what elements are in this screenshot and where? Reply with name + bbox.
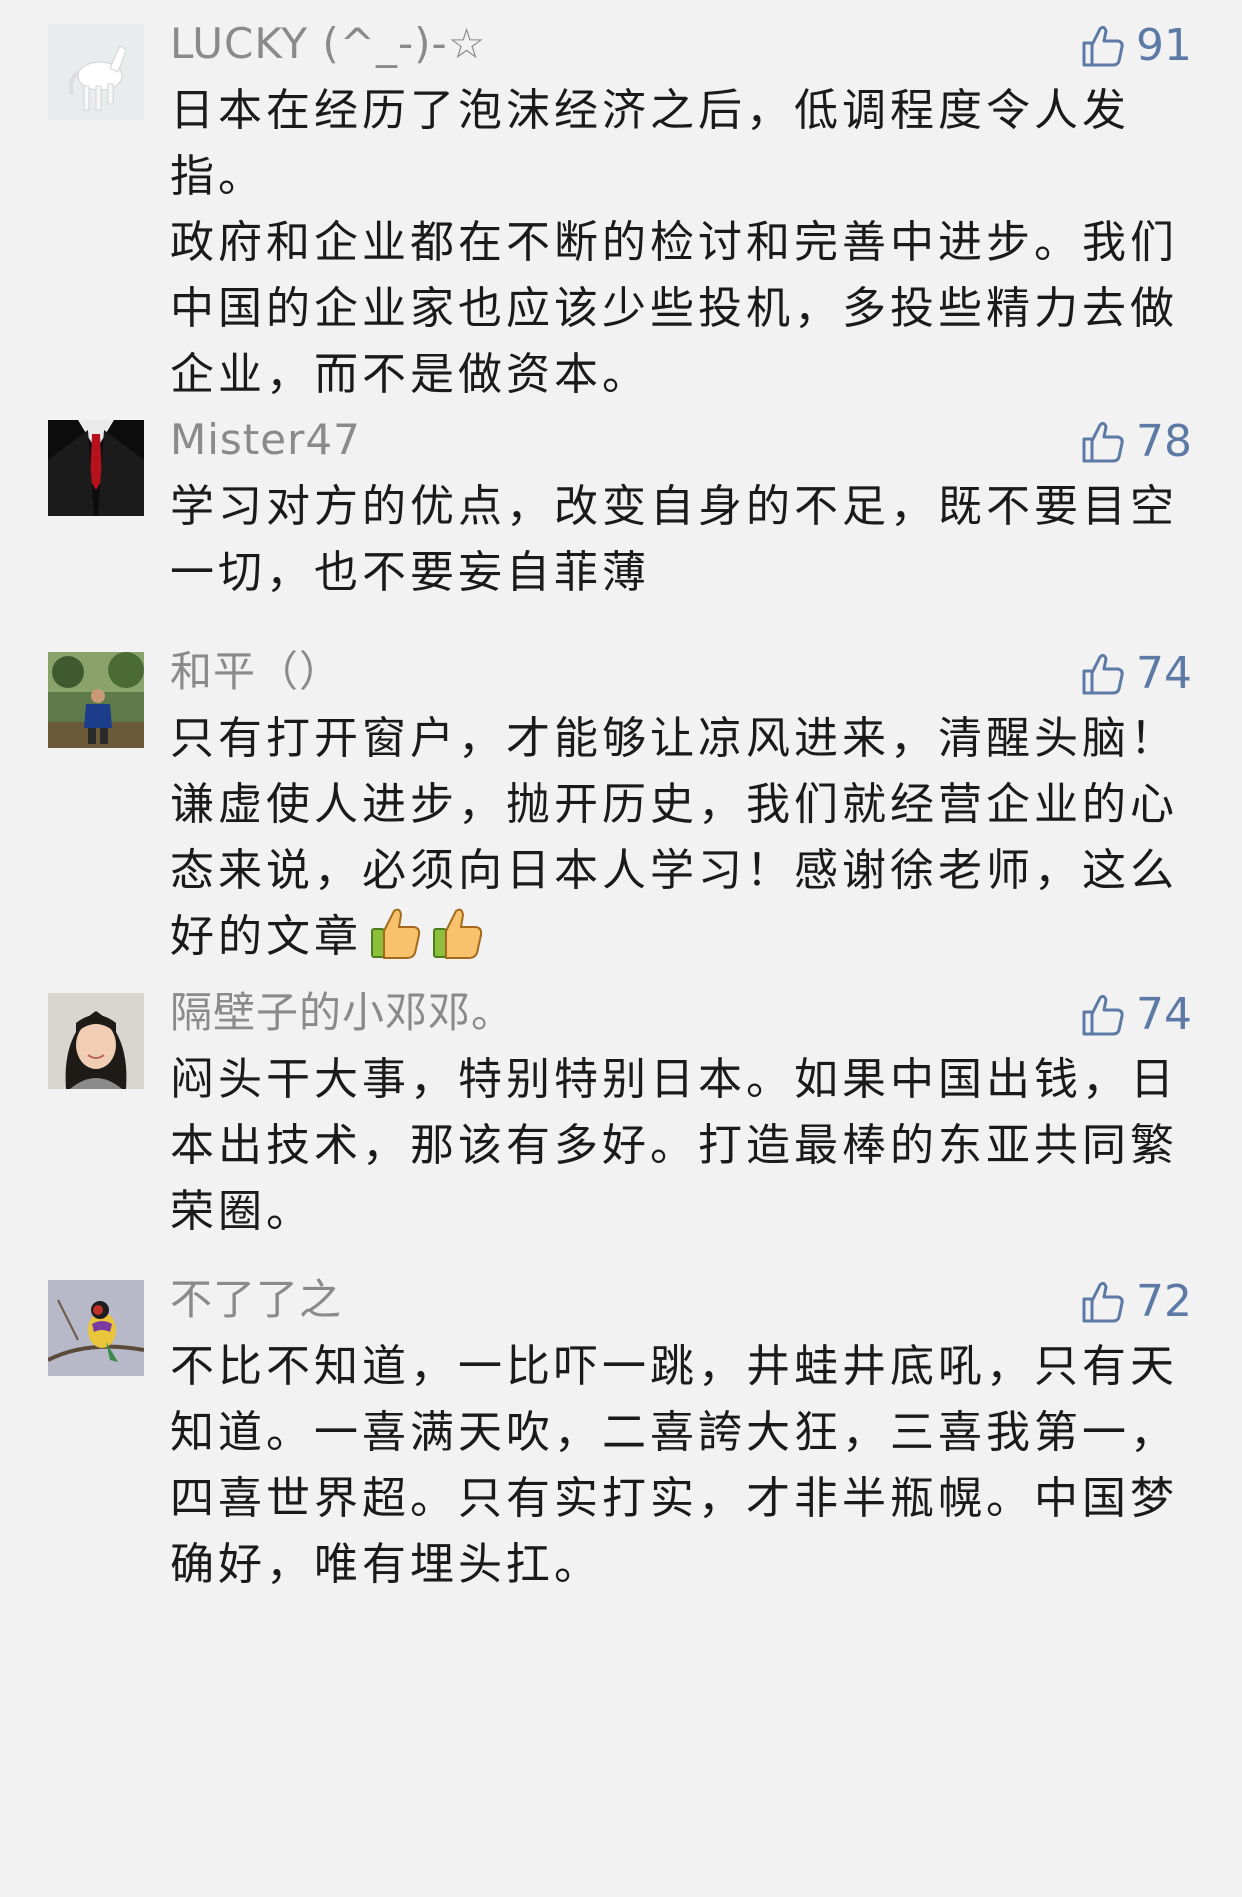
like-button[interactable]: 91 [1078, 16, 1192, 76]
white-horse-avatar[interactable] [48, 24, 144, 120]
comment-paragraph: 学习对方的优点，改变自身的不足，既不要目空一切，也不要妄自菲薄 [170, 481, 1178, 598]
comment-username[interactable]: 隔壁子的小邓邓。 [170, 983, 514, 1043]
like-count: 78 [1136, 416, 1192, 467]
thumbs-up-emoji [368, 905, 424, 961]
like-button[interactable]: 78 [1078, 412, 1192, 472]
comment-username[interactable]: LUCKY (^_-)-☆ [170, 14, 486, 74]
comment-paragraph: 日本在经历了泡沫经济之后，低调程度令人发指。 [170, 85, 1130, 202]
woman-portrait-avatar[interactable] [48, 993, 144, 1089]
comment-text: 闷头干大事，特别特别日本。如果中国出钱，日本出技术，那该有多好。打造最棒的东亚共… [170, 1047, 1180, 1245]
comment-username[interactable]: 不了了之 [170, 1270, 342, 1330]
comment-paragraph: 不比不知道，一比吓一跳，井蛙井底吼，只有天知道。一喜满天吹，二喜誇大狂，三喜我第… [170, 1341, 1178, 1590]
comment-paragraph: 政府和企业都在不断的检讨和完善中进步。我们中国的企业家也应该少些投机，多投些精力… [170, 217, 1178, 400]
thumbs-up-outline-icon [1082, 653, 1124, 695]
comment-text: 日本在经历了泡沫经济之后，低调程度令人发指。 政府和企业都在不断的检讨和完善中进… [170, 78, 1180, 408]
comment-paragraph: 闷头干大事，特别特别日本。如果中国出钱，日本出技术，那该有多好。打造最棒的东亚共… [170, 1054, 1178, 1237]
comment-text: 只有打开窗户，才能够让凉风进来，清醒头脑！谦虚使人进步，抛开历史，我们就经营企业… [170, 706, 1180, 970]
like-button[interactable]: 74 [1078, 644, 1192, 704]
bird-on-branch-avatar[interactable] [48, 1280, 144, 1376]
thumbs-up-outline-icon [1082, 25, 1124, 67]
thumbs-up-outline-icon [1082, 994, 1124, 1036]
comment-list: LUCKY (^_-)-☆ 91 日本在经历了泡沫经济之后，低调程度令人发指。 … [0, 0, 1242, 1897]
like-count: 74 [1136, 989, 1192, 1040]
thumbs-up-outline-icon [1082, 421, 1124, 463]
suit-red-tie-avatar[interactable] [48, 420, 144, 516]
comment-paragraph: 只有打开窗户，才能够让凉风进来，清醒头脑！谦虚使人进步，抛开历史，我们就经营企业… [170, 706, 1180, 970]
like-count: 91 [1136, 20, 1192, 71]
comment-username[interactable]: 和平（） [170, 642, 342, 702]
like-count: 72 [1136, 1276, 1192, 1327]
like-count: 74 [1136, 648, 1192, 699]
comment-username[interactable]: Mister47 [170, 410, 361, 470]
comment-text: 学习对方的优点，改变自身的不足，既不要目空一切，也不要妄自菲薄 [170, 474, 1180, 606]
comment-text: 不比不知道，一比吓一跳，井蛙井底吼，只有天知道。一喜满天吹，二喜誇大狂，三喜我第… [170, 1334, 1180, 1598]
like-button[interactable]: 74 [1078, 985, 1192, 1045]
thumbs-up-emoji [430, 905, 486, 961]
thumbs-up-outline-icon [1082, 1281, 1124, 1323]
man-in-park-avatar[interactable] [48, 652, 144, 748]
like-button[interactable]: 72 [1078, 1272, 1192, 1332]
comment-paragraph-text: 只有打开窗户，才能够让凉风进来，清醒头脑！谦虚使人进步，抛开历史，我们就经营企业… [170, 713, 1178, 962]
